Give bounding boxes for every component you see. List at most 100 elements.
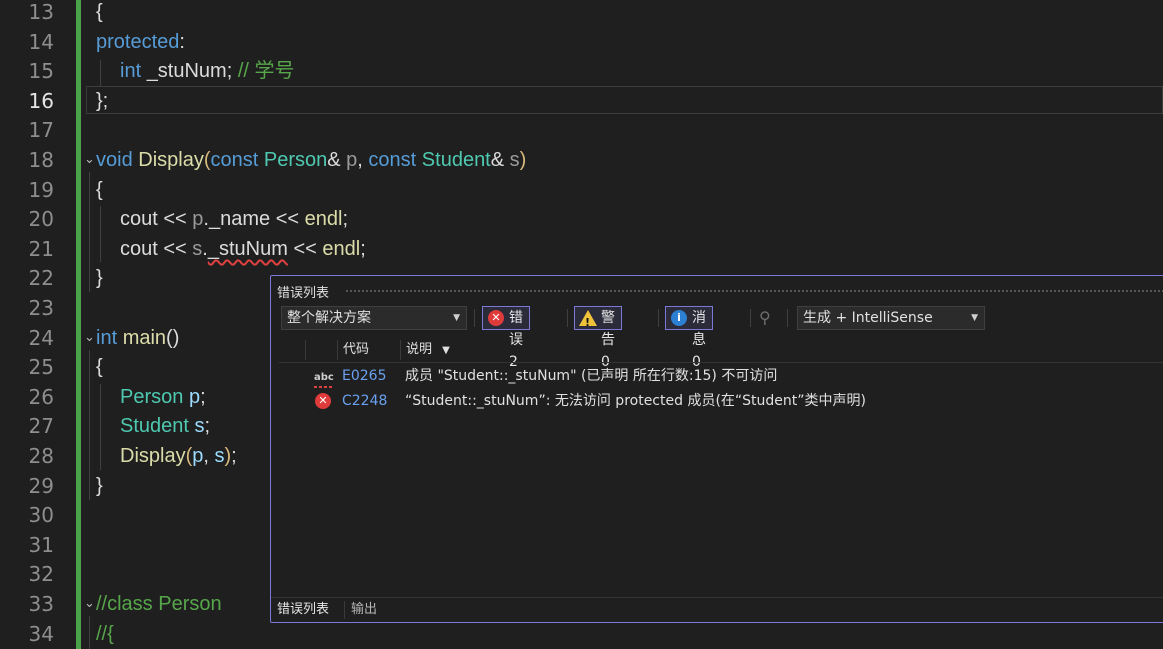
- code-line-14[interactable]: protected:: [96, 28, 185, 58]
- error-code-link[interactable]: C2248: [342, 389, 387, 413]
- code-line-20[interactable]: cout << p._name << endl;: [120, 205, 348, 235]
- toolbar-divider: [787, 309, 788, 327]
- fold-chevron-icon[interactable]: ⌄: [84, 596, 95, 611]
- chevron-down-icon: ▼: [453, 313, 460, 323]
- operator: <<: [275, 208, 300, 231]
- error-row[interactable]: ✕ C2248 “Student::_stuNum”: 无法访问 protect…: [279, 389, 1163, 413]
- error-description: 成员 "Student::_stuNum" (已声明 所在行数:15) 不可访问: [405, 368, 778, 384]
- toolbar-divider: [750, 309, 751, 327]
- code-line-26[interactable]: Person p;: [120, 383, 206, 413]
- code-line-18[interactable]: void Display(const Person& p, const Stud…: [96, 146, 526, 176]
- code-line-29[interactable]: }: [96, 472, 103, 502]
- code-line-22[interactable]: }: [96, 264, 103, 294]
- code-line-28[interactable]: Display(p, s);: [120, 442, 237, 472]
- brace: }: [96, 474, 103, 497]
- error-squiggle-member[interactable]: _stuNum: [208, 238, 288, 260]
- code-line-19[interactable]: {: [96, 176, 103, 206]
- error-list-panel[interactable]: 错误列表 整个解决方案 ▼ ✕ 错误 2 ! 警告 0 i 消息 0 ⚲ 生成 …: [270, 275, 1163, 623]
- brace: {: [96, 356, 103, 379]
- keyword: int: [96, 326, 118, 349]
- messages-filter-button[interactable]: i 消息 0: [665, 306, 713, 370]
- fold-guide: [89, 616, 90, 649]
- line-number: 28: [28, 444, 54, 468]
- column-header-code[interactable]: 代码: [343, 338, 369, 362]
- code-line-21[interactable]: cout << s._stuNum << endl;: [120, 235, 366, 265]
- line-number: 22: [28, 266, 54, 291]
- error-code-link[interactable]: E0265: [342, 364, 386, 388]
- punct: (): [166, 326, 180, 349]
- identifier: _stuNum: [146, 60, 227, 83]
- operator: <<: [293, 237, 317, 260]
- identifier: cout: [120, 208, 158, 231]
- tab-output[interactable]: 输出: [351, 598, 377, 622]
- line-number: 23: [28, 296, 54, 320]
- panel-title: 错误列表: [277, 286, 330, 301]
- scope-dropdown[interactable]: 整个解决方案 ▼: [281, 306, 467, 330]
- change-tracking-bar: [76, 0, 81, 649]
- column-divider: [337, 340, 338, 360]
- warnings-filter-button[interactable]: ! 警告 0: [574, 306, 622, 370]
- code-line-33[interactable]: //class Person: [96, 590, 222, 620]
- build-source-dropdown[interactable]: 生成 + IntelliSense ▼: [797, 306, 985, 330]
- code-line-16[interactable]: };: [96, 87, 108, 117]
- punct: :: [179, 30, 185, 53]
- errors-filter-button[interactable]: ✕ 错误 2: [482, 306, 530, 370]
- variable: p: [192, 445, 204, 467]
- indent-guide: [100, 384, 101, 470]
- type-name: Person: [120, 385, 184, 408]
- code-line-15[interactable]: int _stuNum; // 学号: [120, 57, 295, 87]
- brace: }: [96, 267, 103, 290]
- keyword: protected: [96, 30, 180, 53]
- build-source-value: 生成 + IntelliSense: [803, 310, 933, 326]
- type-name: Student: [421, 149, 491, 171]
- punct: ;: [231, 445, 237, 467]
- line-number: 26: [28, 384, 54, 409]
- line-number: 15: [28, 59, 54, 84]
- error-description: “Student::_stuNum”: 无法访问 protected 成员(在“…: [405, 393, 866, 409]
- parameter: p: [346, 149, 358, 171]
- comment: // 学号: [237, 60, 295, 83]
- column-divider: [305, 340, 306, 360]
- line-number: 34: [28, 621, 54, 646]
- code-line-25[interactable]: {: [96, 353, 103, 383]
- line-number: 14: [28, 29, 54, 54]
- toolbar-divider: [567, 309, 568, 327]
- chevron-down-icon: ▼: [971, 313, 978, 323]
- punct: ;: [226, 60, 233, 83]
- keyword: const: [368, 149, 417, 171]
- info-icon: i: [671, 310, 687, 326]
- keyword: void: [96, 149, 133, 171]
- punct: &: [490, 149, 505, 171]
- code-line-34[interactable]: //{: [96, 620, 114, 649]
- current-line-highlight: [86, 86, 1163, 114]
- keyword: const: [210, 149, 259, 171]
- identifier: cout: [120, 237, 158, 260]
- fold-guide: [89, 350, 90, 500]
- punct: ;: [204, 415, 211, 438]
- punct: ;: [200, 385, 206, 408]
- column-header-description[interactable]: 说明 ▼: [406, 338, 450, 362]
- variable: s: [214, 445, 225, 467]
- fold-chevron-icon[interactable]: ⌄: [84, 152, 95, 167]
- punct: ,: [357, 149, 363, 171]
- panel-drag-handle[interactable]: [345, 289, 1163, 293]
- line-number: 33: [28, 592, 54, 616]
- code-line-13[interactable]: {: [96, 0, 103, 28]
- line-number-gutter: 13 14 15 16 17 18 19 20 21 22 23 24 25 2…: [0, 0, 76, 649]
- filter-icon[interactable]: ⚲: [759, 308, 771, 327]
- comment: //class Person: [96, 593, 222, 615]
- code-line-24[interactable]: int main(): [96, 324, 179, 354]
- identifier: endl: [304, 208, 343, 231]
- punct: ): [519, 149, 527, 171]
- warning-icon: !: [579, 310, 597, 329]
- line-number: 25: [28, 355, 54, 380]
- tab-divider: [344, 601, 345, 619]
- error-row[interactable]: abc E0265 成员 "Student::_stuNum" (已声明 所在行…: [279, 364, 1163, 388]
- tab-error-list[interactable]: 错误列表: [277, 598, 329, 622]
- code-line-27[interactable]: Student s;: [120, 412, 210, 442]
- variable: p: [188, 385, 201, 408]
- line-number: 21: [28, 236, 54, 261]
- fold-chevron-icon[interactable]: ⌄: [84, 330, 95, 345]
- function-name: Display: [138, 149, 204, 171]
- line-number: 30: [28, 503, 54, 528]
